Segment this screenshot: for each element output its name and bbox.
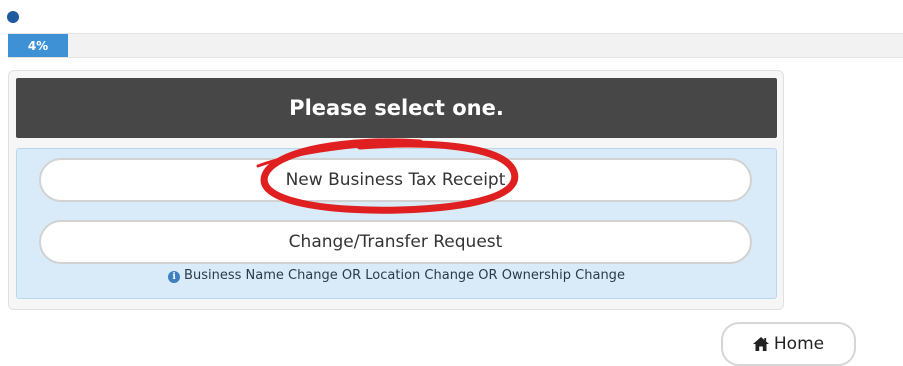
options-box: New Business Tax Receipt Change/Transfer…: [16, 148, 777, 299]
new-business-tax-receipt-button[interactable]: New Business Tax Receipt: [39, 158, 752, 202]
info-note: i Business Name Change OR Location Change…: [17, 268, 776, 283]
info-note-text: Business Name Change OR Location Change …: [184, 268, 625, 283]
status-dot: [7, 11, 19, 23]
panel-heading-text: Please select one.: [289, 96, 504, 120]
option-label: New Business Tax Receipt: [285, 170, 506, 190]
change-transfer-request-button[interactable]: Change/Transfer Request: [39, 220, 752, 264]
info-circle-icon: i: [168, 271, 181, 283]
panel-heading: Please select one.: [16, 78, 777, 138]
home-icon: [752, 337, 769, 351]
progress-bar: 4%: [8, 33, 903, 58]
home-button-label: Home: [773, 334, 825, 354]
progress-label: 4%: [27, 38, 49, 53]
option-label: Change/Transfer Request: [288, 232, 503, 252]
selection-panel: Please select one. New Business Tax Rece…: [8, 70, 784, 310]
home-button[interactable]: Home: [721, 322, 856, 366]
page: 4% Please select one. New Business Tax R…: [0, 0, 903, 366]
progress-fill: 4%: [8, 34, 68, 57]
